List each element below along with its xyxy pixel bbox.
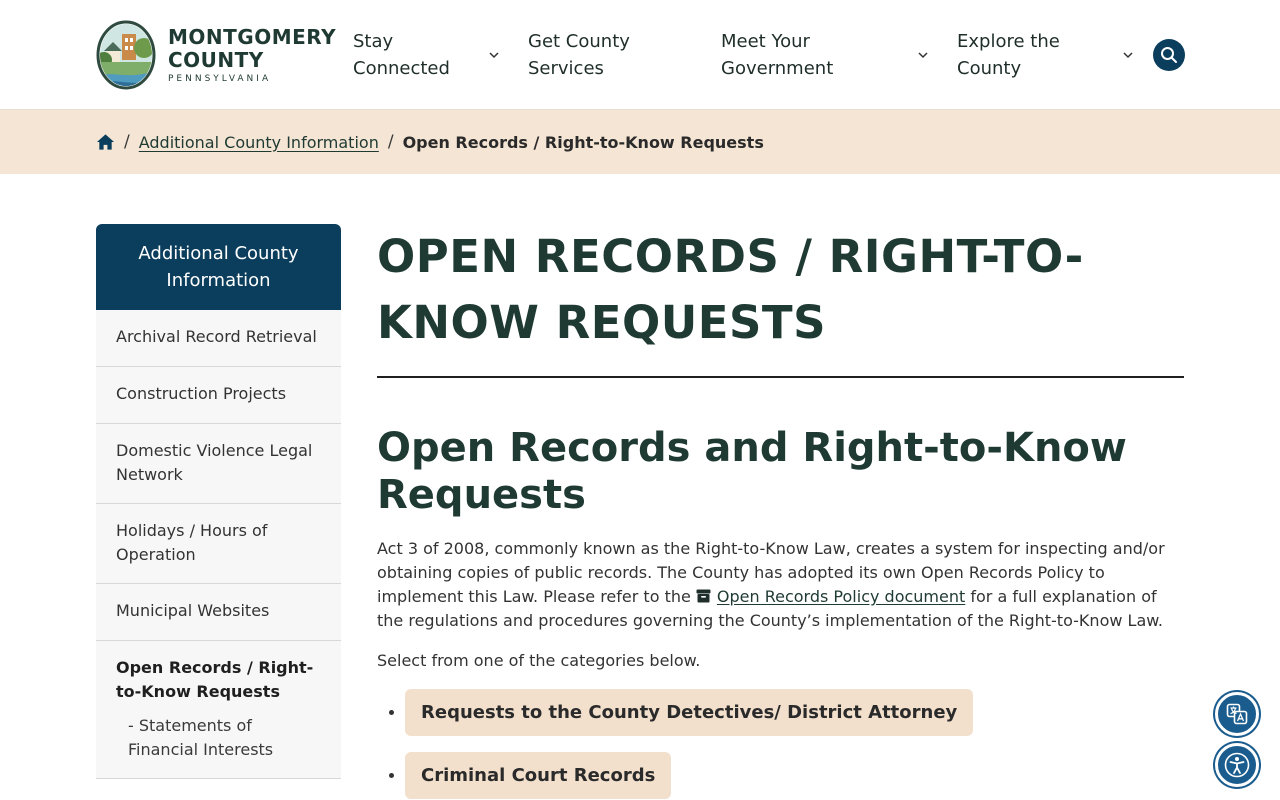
section-sidebar: Additional County Information Archival R…	[96, 224, 341, 779]
sidebar-item-municipal-websites[interactable]: Municipal Websites	[96, 584, 341, 641]
chevron-down-icon	[489, 52, 499, 59]
search-button[interactable]	[1153, 39, 1185, 71]
list-item: Requests to the County Detectives/ Distr…	[377, 689, 974, 736]
sidebar-item-domestic-violence-legal-network[interactable]: Domestic Violence Legal Network	[96, 424, 341, 504]
logo-wordmark: MONTGOMERY COUNTY PENNSYLVANIA	[168, 24, 337, 85]
site-header: MONTGOMERY COUNTY PENNSYLVANIA Stay Conn…	[0, 0, 1280, 110]
chevron-down-icon	[918, 52, 928, 59]
nav-label: Get County Services	[528, 31, 630, 79]
breadcrumb-separator: /	[124, 132, 130, 152]
breadcrumb: / Additional County Information / Open R…	[0, 110, 1280, 174]
section-heading: Open Records and Right-to-Know Requests	[377, 425, 1127, 518]
nav-label: Stay Connected	[353, 31, 450, 79]
accessibility-icon	[1224, 752, 1250, 778]
sidebar-subitem-statements-of-financial-interests[interactable]: - Statements of Financial Interests	[116, 714, 321, 762]
home-icon[interactable]	[96, 133, 115, 151]
nav-explore-the-county[interactable]: Explore the County	[957, 27, 1137, 83]
open-records-policy-link[interactable]: Open Records Policy document	[717, 587, 965, 606]
nav-get-county-services[interactable]: Get County Services	[528, 27, 678, 83]
breadcrumb-parent-link[interactable]: Additional County Information	[139, 133, 379, 152]
category-button-criminal-court-records[interactable]: Criminal Court Records	[405, 752, 672, 799]
breadcrumb-separator: /	[387, 132, 394, 152]
county-seal-icon	[96, 20, 156, 90]
logo-line-montgomery: MONTGOMERY	[168, 24, 337, 49]
category-button-county-detectives[interactable]: Requests to the County Detectives/ Distr…	[405, 689, 974, 736]
sidebar-item-open-records[interactable]: Open Records / Right-to-Know Requests - …	[96, 641, 341, 779]
archive-icon	[696, 589, 711, 603]
breadcrumb-current: Open Records / Right-to-Know Requests	[402, 132, 764, 152]
title-divider	[377, 376, 1184, 378]
list-item: Criminal Court Records	[377, 752, 973, 799]
sidebar-item-construction-projects[interactable]: Construction Projects	[96, 367, 341, 424]
bullet	[389, 773, 394, 778]
nav-meet-your-government[interactable]: Meet Your Government	[721, 27, 931, 83]
nav-stay-connected[interactable]: Stay Connected	[353, 27, 503, 83]
county-logo[interactable]: MONTGOMERY COUNTY PENNSYLVANIA	[96, 19, 336, 91]
intro-paragraph: Act 3 of 2008, commonly known as the Rig…	[377, 537, 1184, 633]
nav-label: Explore the County	[957, 31, 1060, 79]
category-list: Requests to the County Detectives/ Distr…	[377, 689, 974, 800]
translate-button[interactable]	[1215, 692, 1259, 736]
logo-line-county: COUNTY	[168, 47, 264, 72]
sidebar-item-label: Open Records / Right-to-Know Requests	[116, 658, 314, 701]
sidebar-heading[interactable]: Additional County Information	[96, 224, 341, 310]
breadcrumb-trail: / Additional County Information / Open R…	[96, 130, 764, 154]
bullet	[389, 710, 394, 715]
logo-line-pennsylvania: PENNSYLVANIA	[168, 73, 272, 84]
translate-icon	[1226, 703, 1248, 725]
search-icon	[1161, 47, 1177, 63]
page-title: OPEN RECORDS / RIGHT-TO-KNOW REQUESTS	[377, 230, 1084, 349]
sidebar-item-archival-record-retrieval[interactable]: Archival Record Retrieval	[96, 310, 341, 367]
main-content: OPEN RECORDS / RIGHT-TO-KNOW REQUESTS Op…	[377, 224, 1184, 799]
select-instruction: Select from one of the categories below.	[377, 651, 701, 670]
nav-label: Meet Your Government	[721, 31, 834, 79]
accessibility-button[interactable]	[1215, 743, 1259, 787]
chevron-down-icon	[1123, 52, 1133, 59]
sidebar-item-holidays-hours[interactable]: Holidays / Hours of Operation	[96, 504, 341, 584]
